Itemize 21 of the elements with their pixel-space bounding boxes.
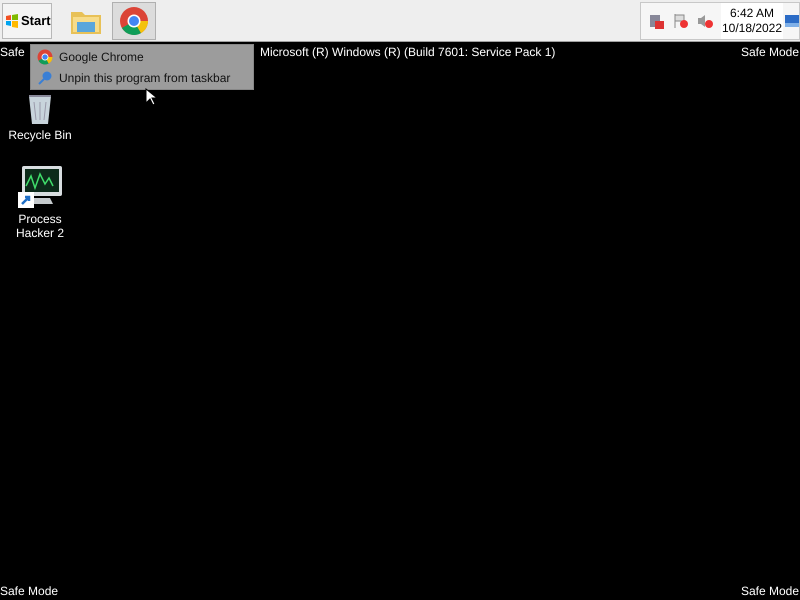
desktop-icon-label[interactable]: Recycle Bin bbox=[8, 128, 72, 142]
menu-item[interactable]: Unpin this program from taskbar bbox=[37, 70, 247, 86]
chrome-icon bbox=[37, 48, 53, 64]
flag-error-icon[interactable] bbox=[672, 12, 690, 30]
menu-item[interactable]: Google Chrome bbox=[37, 48, 247, 64]
show-desktop-icon[interactable] bbox=[785, 14, 799, 26]
mouse-pointer-icon bbox=[145, 88, 157, 106]
desktop-icon-label[interactable]: Process Hacker 2 bbox=[4, 212, 76, 240]
taskbar-button[interactable] bbox=[112, 2, 156, 40]
build-info-text: Microsoft (R) Windows (R) (Build 7601: Service Pack 1) bbox=[260, 45, 556, 59]
chrome-icon bbox=[119, 6, 149, 36]
clock-time: 6:42 AM bbox=[730, 6, 774, 20]
start-button[interactable]: Start bbox=[2, 2, 52, 38]
monitor-chart-icon bbox=[16, 164, 64, 210]
safe-mode-label: Safe bbox=[0, 45, 25, 59]
safe-mode-label: Safe Mode bbox=[740, 45, 799, 59]
safe-mode-label: Safe Mode bbox=[0, 584, 58, 598]
safe-mode-label: Safe Mode bbox=[740, 584, 799, 598]
pin-icon bbox=[37, 70, 53, 86]
clock-date: 10/18/2022 bbox=[722, 20, 782, 36]
windows-logo-icon bbox=[5, 14, 19, 28]
